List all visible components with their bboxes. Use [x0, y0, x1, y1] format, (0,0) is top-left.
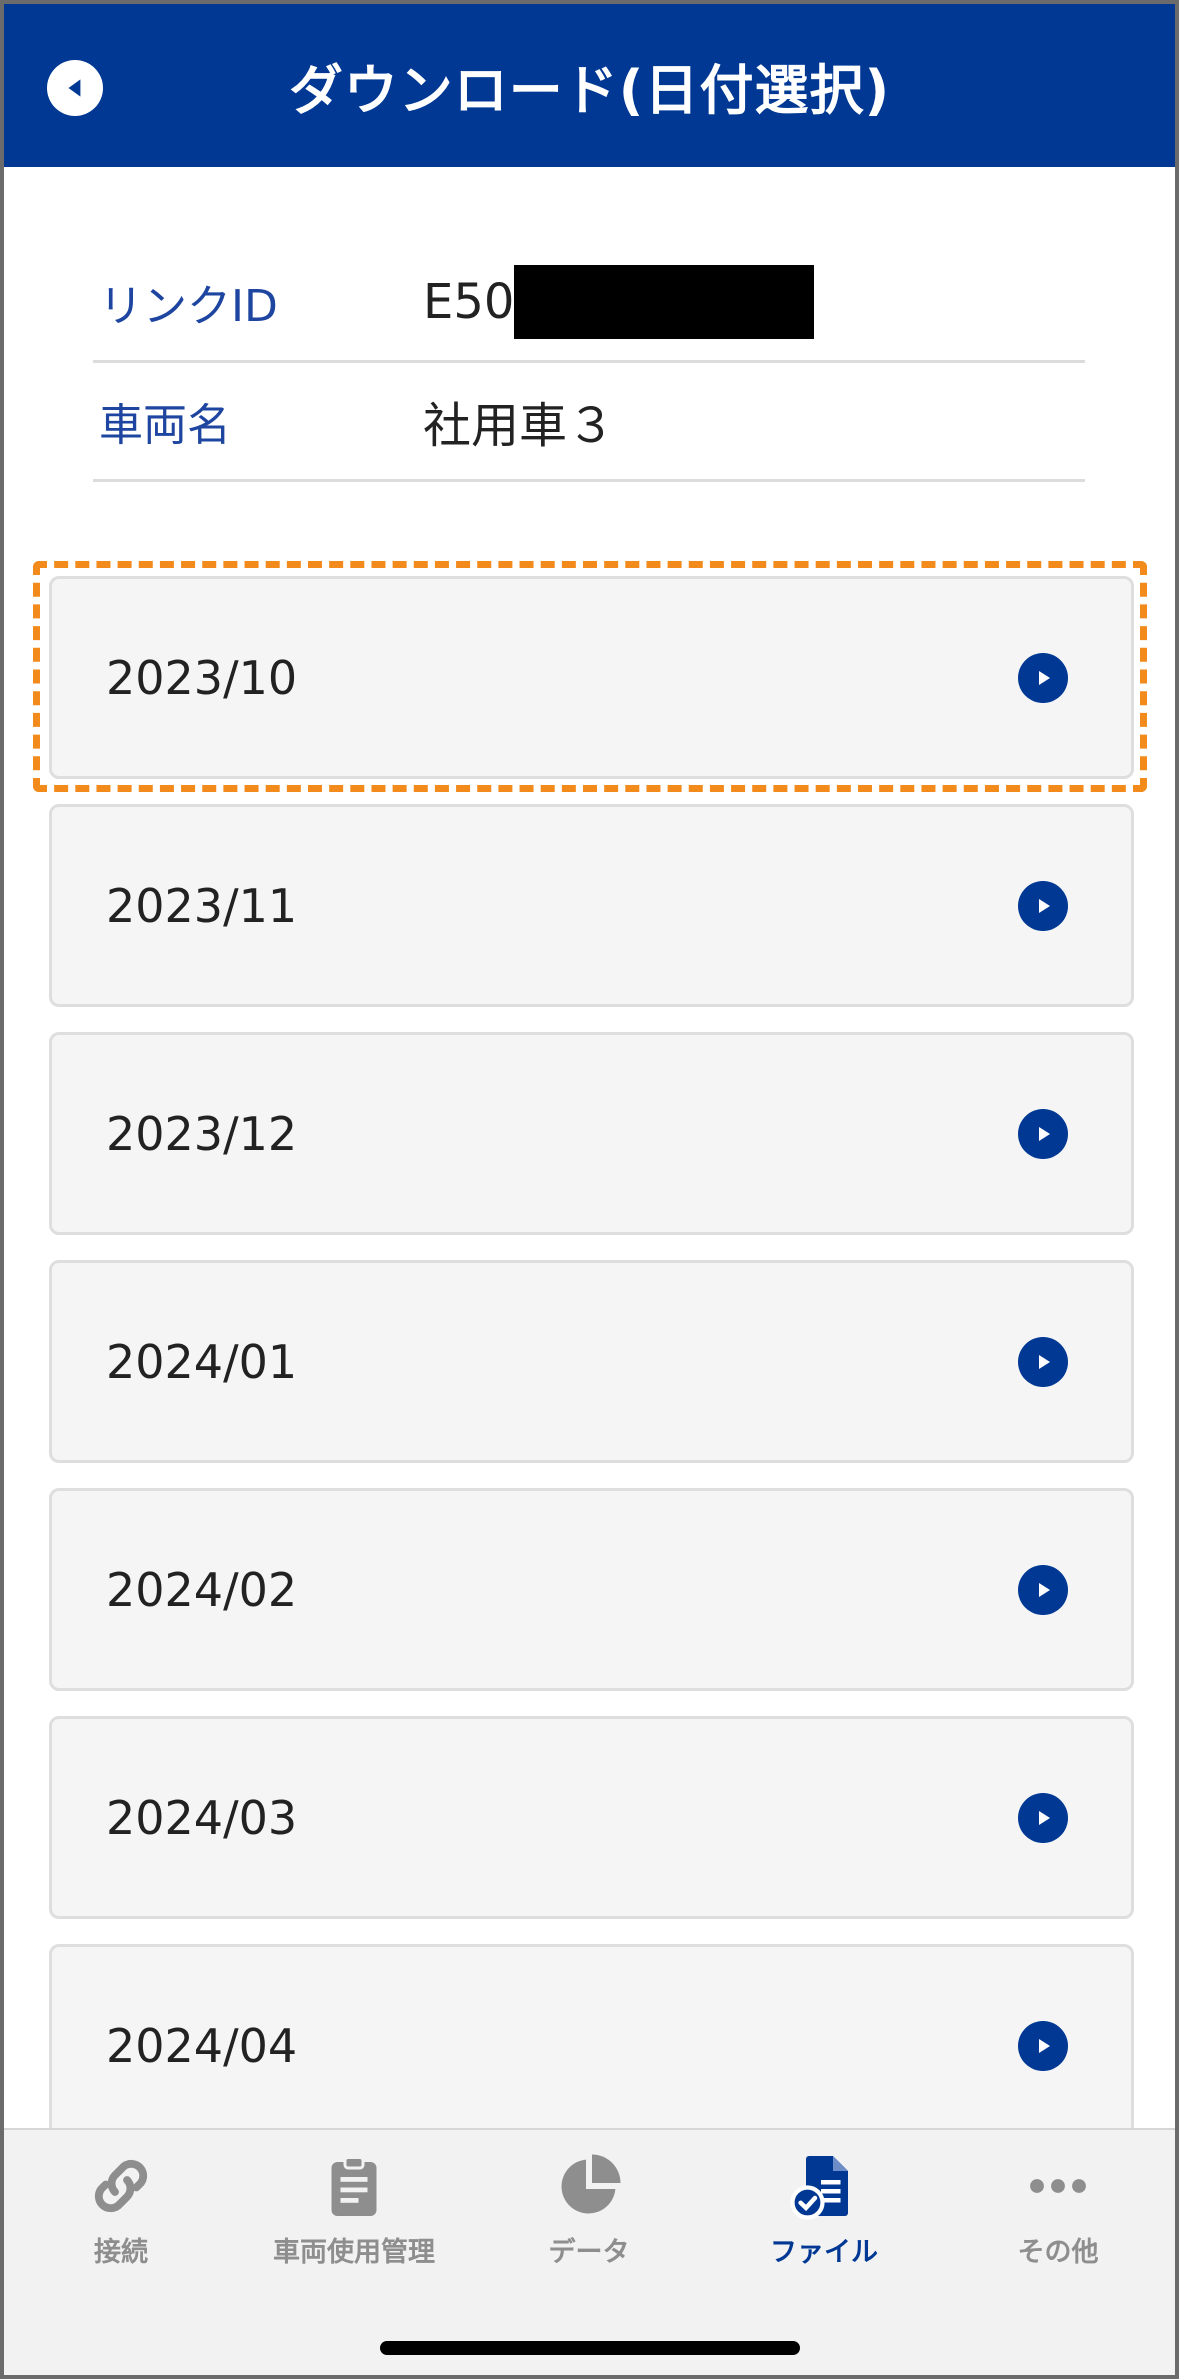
month-item[interactable]: 2024/01: [49, 1260, 1134, 1463]
link-id-label: リンクID: [99, 281, 278, 332]
month-item[interactable]: 2024/03: [49, 1716, 1134, 1919]
page-title: ダウンロード(日付選択): [288, 59, 891, 122]
month-item[interactable]: 2023/10: [49, 576, 1134, 779]
vehicle-info: リンクID E50 車両名 社用車３: [93, 244, 1085, 482]
tab-label: ファイル: [770, 2237, 878, 2268]
tab-other[interactable]: その他: [948, 2150, 1168, 2290]
month-item[interactable]: 2023/12: [49, 1032, 1134, 1235]
tab-data[interactable]: データ: [479, 2150, 699, 2290]
home-indicator: [380, 2341, 800, 2355]
month-list: 2023/10 2023/11 2023/12 2024/01 2024/02 …: [49, 576, 1134, 2172]
pie-chart-icon: [561, 2154, 621, 2214]
screen: ダウンロード(日付選択) リンクID E50 車両名 社用車３ 2023/10 …: [4, 4, 1175, 2375]
chevron-right-icon: [1018, 1336, 1068, 1387]
month-item[interactable]: 2023/11: [49, 804, 1134, 1007]
tab-label: その他: [1017, 2237, 1099, 2268]
app-header: ダウンロード(日付選択): [4, 4, 1175, 167]
link-id-value: E50: [423, 265, 815, 339]
chevron-right-icon: [1018, 1564, 1068, 1615]
chevron-right-icon: [1018, 652, 1068, 703]
chevron-right-icon: [1018, 1792, 1068, 1843]
clipboard-icon: [331, 2156, 377, 2216]
chevron-right-icon: [1018, 880, 1068, 931]
chevron-right-icon: [1018, 1108, 1068, 1159]
bottom-tab-bar: 接続 車両使用管理 データ ファイル その他: [4, 2128, 1175, 2375]
month-label: 2023/11: [106, 878, 298, 933]
back-arrow-circle-icon: [68, 79, 81, 97]
tab-file[interactable]: ファイル: [714, 2150, 934, 2290]
tab-label: 車両使用管理: [273, 2237, 435, 2268]
month-label: 2024/01: [106, 1334, 298, 1389]
tab-vehicle-usage[interactable]: 車両使用管理: [244, 2150, 464, 2290]
link-icon: [94, 2159, 148, 2213]
tab-label: 接続: [94, 2237, 148, 2268]
tab-label: データ: [548, 2237, 630, 2268]
vehicle-name-label: 車両名: [99, 400, 231, 451]
month-label: 2024/03: [106, 1790, 298, 1845]
month-label: 2023/10: [106, 650, 298, 705]
month-label: 2023/12: [106, 1106, 298, 1161]
tab-connect[interactable]: 接続: [11, 2150, 231, 2290]
vehicle-name-row: 車両名 社用車３: [93, 363, 1085, 482]
month-label: 2024/02: [106, 1562, 298, 1617]
link-id-row: リンクID E50: [93, 244, 1085, 363]
month-label: 2024/04: [106, 2018, 298, 2073]
back-button[interactable]: [47, 60, 103, 116]
chevron-right-icon: [1018, 2020, 1068, 2071]
month-item[interactable]: 2024/02: [49, 1488, 1134, 1691]
file-check-icon: [790, 2156, 848, 2220]
vehicle-name-value: 社用車３: [423, 398, 616, 454]
more-icon: [1030, 2179, 1086, 2193]
month-item[interactable]: 2024/04: [49, 1944, 1134, 2147]
link-id-text: E50: [423, 274, 515, 330]
redaction-block: [514, 265, 815, 339]
